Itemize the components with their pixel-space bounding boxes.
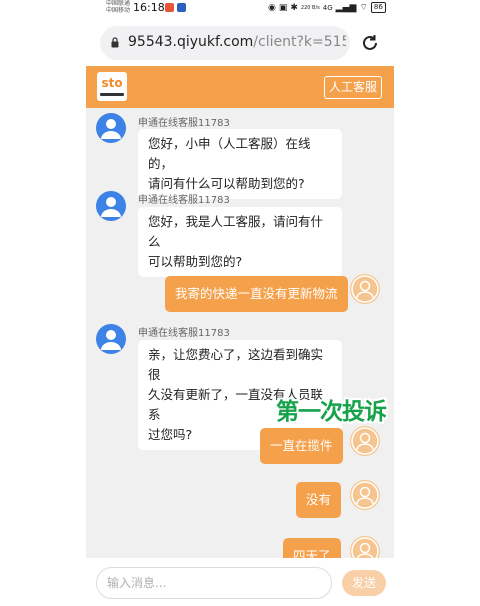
user-avatar — [350, 426, 380, 456]
agent-name: 申通在线客服11783 — [138, 195, 230, 206]
notification-app-icon-2 — [177, 3, 186, 12]
wifi-icon: ⌔ — [359, 3, 368, 13]
carrier-1: 中国联通 — [106, 0, 131, 7]
status-bar: 中国联通 中国移动 16:18 ◉ ▣ ✱ 220 B/s 4G ▂▄▆ ⌔ 8… — [0, 0, 480, 18]
overlay-caption: 第一次投诉 — [276, 399, 387, 425]
battery-icon: 86 — [370, 2, 386, 13]
message-line: 可以帮助到您的? — [148, 254, 243, 269]
message-input[interactable] — [96, 567, 332, 599]
agent-avatar — [96, 324, 126, 354]
agent-avatar — [96, 191, 126, 221]
agent-message: 您好，我是人工客服，请问有什么 可以帮助到您的? — [138, 207, 342, 277]
chat-window: sto 人工客服 申通在线客服11783 您好，小申（人工客服）在线的， 请问有… — [86, 66, 394, 606]
sto-logo: sto — [97, 72, 127, 101]
user-message: 我寄的快递一直没有更新物流 — [165, 276, 348, 312]
message-line: 亲，让您费心了，这边看到确实很 — [148, 347, 324, 382]
lock-icon — [111, 37, 119, 48]
signal-icon: ▂▄▆ — [335, 2, 357, 13]
agent-name: 申通在线客服11783 — [138, 118, 230, 129]
send-button[interactable]: 发送 — [342, 570, 386, 596]
reload-icon[interactable] — [359, 32, 381, 54]
bluetooth-icon: ✱ — [290, 2, 298, 13]
clock: 16:18 — [133, 1, 165, 14]
user-avatar — [350, 274, 380, 304]
carrier-names: 中国联通 中国移动 — [106, 0, 130, 14]
address-bar[interactable]: 95543.qiyukf.com/client?k=515515 — [100, 26, 350, 60]
chat-header: sto 人工客服 — [86, 66, 394, 108]
user-avatar — [350, 480, 380, 510]
user-message: 没有 — [296, 482, 342, 518]
eye-icon: ◉ — [268, 2, 276, 13]
url-text[interactable]: 95543.qiyukf.com/client?k=515515 — [128, 34, 346, 50]
status-icons: ◉ ▣ ✱ 220 B/s 4G ▂▄▆ ⌔ 86 — [268, 2, 386, 13]
message-line: 您好，小申（人工客服）在线的， — [148, 136, 311, 171]
url-path: /client?k=515515 — [253, 34, 346, 50]
human-service-button[interactable]: 人工客服 — [324, 76, 382, 99]
url-host: 95543.qiyukf.com — [128, 34, 254, 50]
agent-message: 您好，小申（人工客服）在线的， 请问有什么可以帮助到您的? — [138, 129, 342, 199]
message-composer: 发送 — [86, 558, 394, 606]
net-speed: 220 B/s — [300, 4, 320, 11]
nfc-icon: ▣ — [278, 2, 288, 13]
carrier-2: 中国移动 — [106, 7, 131, 14]
notification-app-icon — [165, 3, 174, 12]
agent-avatar — [96, 113, 126, 143]
logo-text: sto — [101, 76, 123, 90]
message-line: 您好，我是人工客服，请问有什么 — [148, 214, 324, 249]
agent-name: 申通在线客服11783 — [138, 328, 230, 339]
signal-label: 4G — [322, 3, 333, 12]
user-message: 一直在揽件 — [260, 428, 343, 464]
